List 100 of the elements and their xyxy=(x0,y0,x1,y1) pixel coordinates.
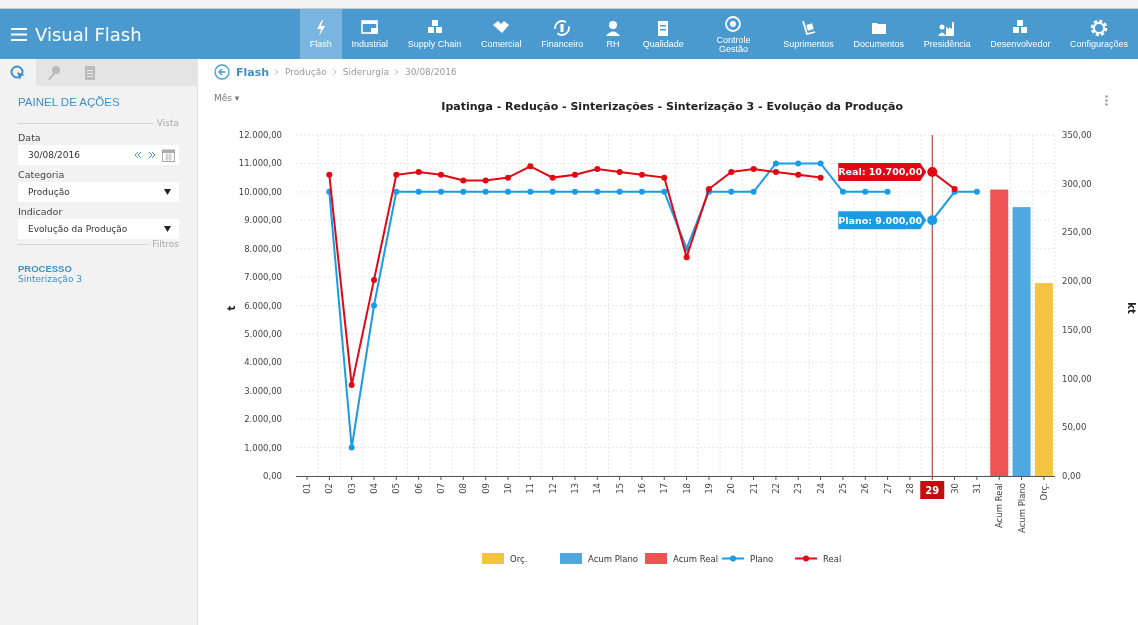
axis-tick-label: 250,00 xyxy=(1062,227,1092,238)
point xyxy=(750,188,757,195)
point xyxy=(616,168,623,175)
breadcrumb-item[interactable]: Produção xyxy=(285,67,327,77)
axis-tick-label: 15 xyxy=(614,483,625,494)
axis-tick-label: 7.000,00 xyxy=(244,272,282,283)
axis-tick-label: 300,00 xyxy=(1062,178,1092,189)
point xyxy=(638,171,645,178)
point xyxy=(482,177,489,184)
legend-label[interactable]: Real xyxy=(823,554,842,564)
axis-title: kt xyxy=(1126,302,1137,314)
point xyxy=(437,171,444,178)
chart-title: Ipatinga - Redução - Sinterizações - Sinterização 3 - Evolução da Produção xyxy=(440,99,905,113)
point xyxy=(772,168,779,175)
point xyxy=(460,177,467,184)
axis-tick-label: 05 xyxy=(391,483,402,494)
axis-tick-label: 24 xyxy=(815,483,826,494)
nav-tab[interactable]: Controle Gestão xyxy=(693,9,774,59)
nav-tab[interactable]: Flash xyxy=(300,9,342,59)
point xyxy=(504,174,511,181)
more-options-icon[interactable] xyxy=(1105,95,1108,106)
point xyxy=(415,188,422,195)
axis-tick-label: 25 xyxy=(837,483,848,494)
settings-icon xyxy=(1089,19,1110,37)
point xyxy=(661,188,668,195)
key-icon xyxy=(46,64,62,81)
previous-next-icon[interactable] xyxy=(134,151,156,159)
highlighted-point xyxy=(927,215,938,226)
axis-tick-label: 12 xyxy=(547,483,558,494)
axis-tick-label: 27 xyxy=(882,483,893,494)
axis-tick-label: 200,00 xyxy=(1062,276,1092,287)
nav-tab[interactable]: Qualidade xyxy=(632,9,694,59)
nav-tab[interactable]: Desenvolvedor xyxy=(980,9,1061,59)
point xyxy=(504,188,511,195)
axis-tick-label: 19 xyxy=(703,483,714,494)
axis-tick-label: 10 xyxy=(502,483,513,494)
breadcrumb-item[interactable]: 30/08/2016 xyxy=(404,67,457,77)
axis-tick-label: 3.000,00 xyxy=(244,385,282,396)
axis-tick-label: 08 xyxy=(458,483,469,494)
filter-value[interactable]: Sinterização 3 xyxy=(18,274,179,284)
nav-tab[interactable]: Supply Chain xyxy=(397,9,472,59)
point xyxy=(795,160,802,167)
point xyxy=(839,188,846,195)
axis-tick-label: Orç. xyxy=(1038,483,1049,501)
axis-tick-label: 21 xyxy=(748,483,759,494)
breadcrumb-item[interactable]: Siderurgia xyxy=(342,67,389,77)
section-label: Filtros xyxy=(152,239,179,249)
nav-tab[interactable]: Suprimentos xyxy=(773,9,844,59)
axis-tick-label: 22 xyxy=(770,483,781,494)
axis-tick-label: 04 xyxy=(369,483,379,494)
nav-tab[interactable]: Presidência xyxy=(913,9,981,59)
axis-tick-label: 31 xyxy=(971,483,982,494)
annotation: Real: 10.700,00 xyxy=(838,166,923,178)
axis-tick-label: 03 xyxy=(346,483,357,494)
axis-tick-label: 350,00 xyxy=(1062,130,1092,140)
axis-tick-label: Acum Real xyxy=(994,483,1005,529)
menu-icon[interactable] xyxy=(11,27,27,41)
point xyxy=(393,188,400,195)
nav-tab[interactable]: Industrial xyxy=(341,9,398,59)
axis-tick-label: 0,00 xyxy=(263,471,282,481)
axis-tick-label: 01 xyxy=(302,483,312,494)
legend-label[interactable]: Plano xyxy=(750,554,774,564)
field-label: Categoria xyxy=(18,169,66,180)
point xyxy=(482,188,489,195)
point xyxy=(415,168,422,175)
axis-tick-label: 2.000,00 xyxy=(244,414,282,425)
breadcrumb-link[interactable]: Flash xyxy=(236,65,270,79)
nav-tab[interactable]: Configurações xyxy=(1060,9,1138,59)
axis-tick-label: 14 xyxy=(592,483,603,494)
axis-tick-label: 17 xyxy=(659,483,670,494)
axis-tick-label: 26 xyxy=(860,483,871,494)
legend-line-marker xyxy=(721,555,745,562)
legend-label[interactable]: Orç. xyxy=(510,554,528,564)
legend-label[interactable]: Acum Real xyxy=(673,554,719,564)
nav-tab[interactable]: RH xyxy=(593,9,633,59)
point xyxy=(973,188,980,195)
legend-label[interactable]: Acum Plano xyxy=(588,554,638,564)
nav-tab[interactable]: Documentos xyxy=(843,9,914,59)
point xyxy=(750,166,757,173)
point xyxy=(728,168,735,175)
legend-swatch xyxy=(560,553,582,564)
axis-tick-label: 13 xyxy=(569,483,580,494)
crosshair-label: 29 xyxy=(925,485,940,496)
dropdown[interactable]: Produção xyxy=(18,182,179,202)
calendar-icon[interactable] xyxy=(162,148,175,162)
point xyxy=(571,188,578,195)
point xyxy=(527,188,534,195)
point xyxy=(437,188,444,195)
period-dropdown[interactable]: Mês ▾ xyxy=(214,93,240,103)
panel-tab[interactable] xyxy=(0,59,36,86)
nav-tab[interactable]: Financeiro xyxy=(531,9,594,59)
annotation: Plano: 9.000,00 xyxy=(838,214,923,226)
dropdown[interactable]: Evolução da Produção xyxy=(18,219,179,239)
point xyxy=(393,171,400,178)
person-icon xyxy=(603,19,623,37)
point xyxy=(862,188,869,195)
legend-swatch xyxy=(645,553,667,564)
back-icon[interactable] xyxy=(214,64,230,80)
axis-tick-label: 0,00 xyxy=(1062,471,1081,481)
nav-tab[interactable]: Comercial xyxy=(471,9,532,59)
